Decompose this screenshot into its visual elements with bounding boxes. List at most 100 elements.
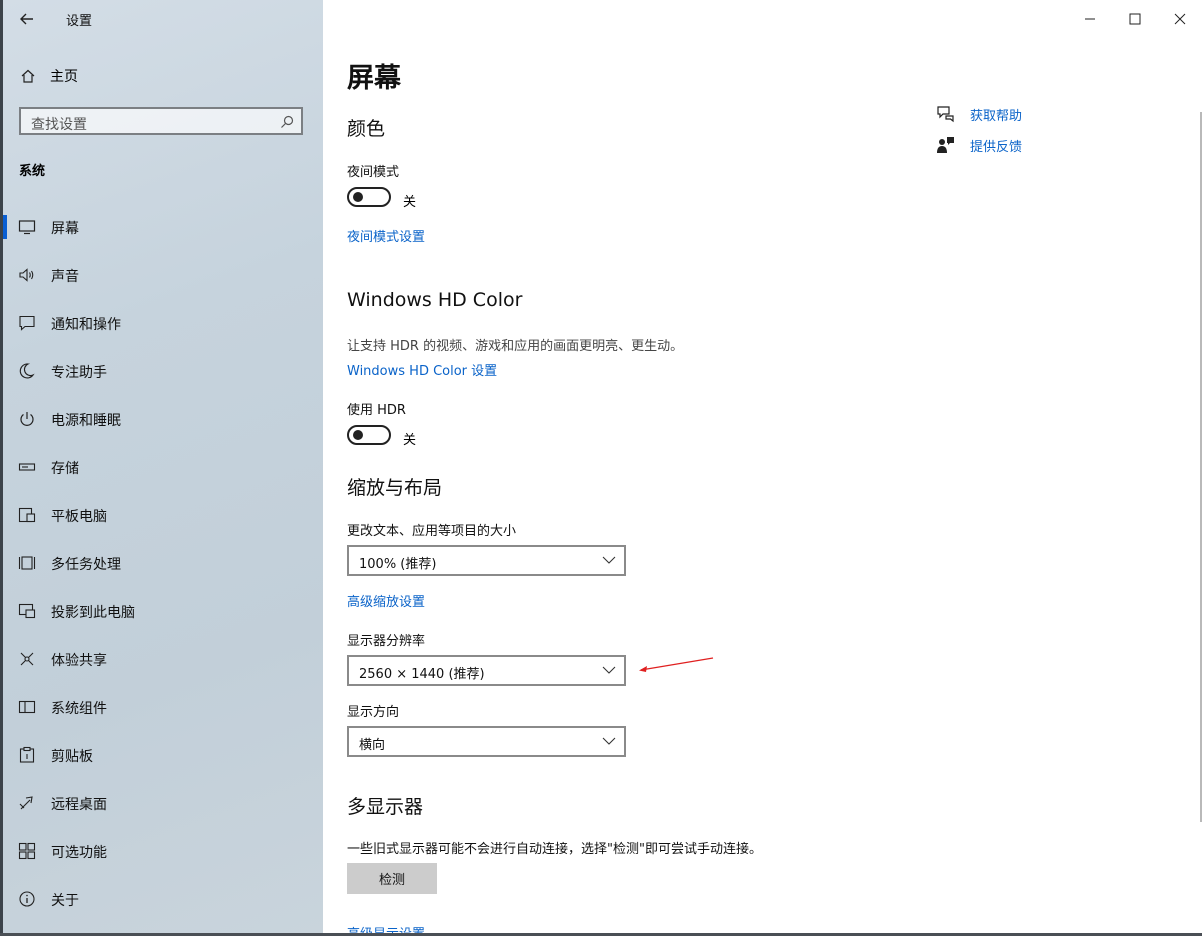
sidebar-item-multitasking[interactable]: 多任务处理 (0, 539, 323, 587)
sidebar-item-label: 电源和睡眠 (51, 413, 121, 429)
get-help-label: 获取帮助 (970, 108, 1023, 124)
info-icon (19, 891, 35, 907)
use-hdr-toggle[interactable] (347, 425, 391, 445)
close-icon (1174, 13, 1186, 25)
sidebar: 设置 主页 查找设置 系统 屏幕 声音 通知和操作 专注助手 电源和睡眠 存储 … (0, 0, 323, 936)
hdr-settings-link[interactable]: Windows HD Color 设置 (347, 360, 497, 379)
moon-icon (19, 363, 35, 379)
use-hdr-label: 使用 HDR (347, 403, 406, 418)
night-mode-settings-link[interactable]: 夜间模式设置 (347, 226, 425, 245)
feedback-person-icon (937, 137, 954, 153)
sidebar-item-about[interactable]: 关于 (0, 875, 323, 923)
sidebar-item-focus-assist[interactable]: 专注助手 (0, 347, 323, 395)
maximize-button[interactable] (1119, 6, 1151, 32)
sidebar-item-label: 投影到此电脑 (51, 605, 135, 621)
orientation-label: 显示方向 (347, 705, 400, 720)
sidebar-item-label: 存储 (51, 461, 79, 477)
sidebar-item-label: 专注助手 (51, 365, 107, 381)
dropdown-value: 2560 × 1440 (推荐) (359, 667, 485, 682)
app-title: 设置 (66, 14, 93, 29)
page-title: 屏幕 (347, 63, 401, 94)
search-input[interactable]: 查找设置 (19, 107, 303, 135)
sidebar-item-label: 声音 (51, 269, 79, 285)
chevron-down-icon (602, 556, 616, 564)
minimize-icon (1085, 18, 1095, 20)
clipboard-icon (19, 746, 35, 763)
power-icon (20, 412, 34, 426)
project-icon (18, 603, 36, 619)
multitask-icon (18, 556, 36, 570)
text-size-dropdown[interactable]: 100% (推荐) (347, 545, 626, 576)
share-icon (20, 652, 34, 666)
toggle-knob (353, 430, 363, 440)
sidebar-item-power[interactable]: 电源和睡眠 (0, 395, 323, 443)
sidebar-item-label: 体验共享 (51, 653, 107, 669)
close-button[interactable] (1164, 6, 1196, 32)
hdr-heading: Windows HD Color (347, 289, 523, 311)
sidebar-item-sound[interactable]: 声音 (0, 251, 323, 299)
get-help-link[interactable]: 获取帮助 (936, 104, 1022, 124)
back-button[interactable] (14, 6, 40, 32)
notification-icon (19, 315, 35, 331)
advanced-scaling-link[interactable]: 高级缩放设置 (347, 591, 425, 610)
chevron-down-icon (602, 666, 616, 674)
back-arrow-icon (20, 13, 33, 25)
sidebar-item-label: 系统组件 (51, 701, 107, 717)
storage-icon (18, 463, 36, 471)
sidebar-item-label: 平板电脑 (51, 509, 107, 525)
text-size-label: 更改文本、应用等项目的大小 (347, 524, 517, 539)
sidebar-item-notifications[interactable]: 通知和操作 (0, 299, 323, 347)
search-placeholder: 查找设置 (31, 117, 87, 133)
sidebar-item-label: 屏幕 (51, 221, 79, 237)
sidebar-item-storage[interactable]: 存储 (0, 443, 323, 491)
sidebar-item-clipboard[interactable]: 剪贴板 (0, 731, 323, 779)
toggle-knob (353, 192, 363, 202)
monitor-icon (18, 220, 36, 235)
night-mode-state: 关 (403, 195, 417, 210)
detect-button[interactable]: 检测 (347, 863, 437, 894)
sidebar-item-display[interactable]: 屏幕 (0, 203, 323, 251)
minimize-button[interactable] (1074, 6, 1106, 32)
settings-window: 设置 主页 查找设置 系统 屏幕 声音 通知和操作 专注助手 电源和睡眠 存储 … (0, 0, 1202, 936)
resolution-dropdown[interactable]: 2560 × 1440 (推荐) (347, 655, 626, 686)
sidebar-item-optional-features[interactable]: 可选功能 (0, 827, 323, 875)
help-chat-icon (937, 106, 954, 123)
components-icon (18, 700, 36, 714)
main-content: 屏幕 颜色 夜间模式 关 夜间模式设置 Windows HD Color 让支持… (323, 0, 1202, 936)
sidebar-nav: 屏幕 声音 通知和操作 专注助手 电源和睡眠 存储 平板电脑 多任务处理 投影到… (0, 203, 323, 923)
scale-heading: 缩放与布局 (347, 477, 443, 499)
sidebar-item-project[interactable]: 投影到此电脑 (0, 587, 323, 635)
sidebar-item-tablet[interactable]: 平板电脑 (0, 491, 323, 539)
multi-display-heading: 多显示器 (347, 796, 424, 818)
sidebar-item-label: 通知和操作 (51, 317, 121, 333)
use-hdr-state: 关 (403, 433, 417, 448)
dropdown-value: 横向 (359, 738, 386, 753)
active-indicator (3, 215, 7, 239)
sidebar-item-system-components[interactable]: 系统组件 (0, 683, 323, 731)
sidebar-item-label: 可选功能 (51, 845, 107, 861)
annotation-arrow (639, 657, 714, 672)
chevron-down-icon (602, 737, 616, 745)
tablet-icon (18, 507, 36, 523)
section-title: 系统 (19, 164, 46, 179)
night-mode-toggle[interactable] (347, 187, 391, 207)
sidebar-item-label: 远程桌面 (51, 797, 107, 813)
sidebar-item-shared-experiences[interactable]: 体验共享 (0, 635, 323, 683)
speaker-icon (19, 268, 34, 282)
home-nav-item[interactable]: 主页 (20, 66, 78, 86)
feedback-link[interactable]: 提供反馈 (936, 135, 1022, 155)
remote-desktop-icon (19, 796, 33, 810)
orientation-dropdown[interactable]: 横向 (347, 726, 626, 757)
sidebar-item-label: 多任务处理 (51, 557, 121, 573)
home-label: 主页 (50, 69, 78, 85)
dropdown-value: 100% (推荐) (359, 557, 437, 572)
sidebar-item-label: 关于 (51, 893, 79, 909)
color-heading: 颜色 (347, 118, 386, 140)
hdr-description: 让支持 HDR 的视频、游戏和应用的画面更明亮、更生动。 (347, 339, 684, 354)
sidebar-item-remote-desktop[interactable]: 远程桌面 (0, 779, 323, 827)
search-icon[interactable] (279, 114, 295, 130)
feedback-label: 提供反馈 (970, 139, 1023, 155)
home-icon (21, 69, 35, 83)
sidebar-item-label: 剪贴板 (51, 749, 93, 765)
optional-features-icon (18, 842, 36, 860)
